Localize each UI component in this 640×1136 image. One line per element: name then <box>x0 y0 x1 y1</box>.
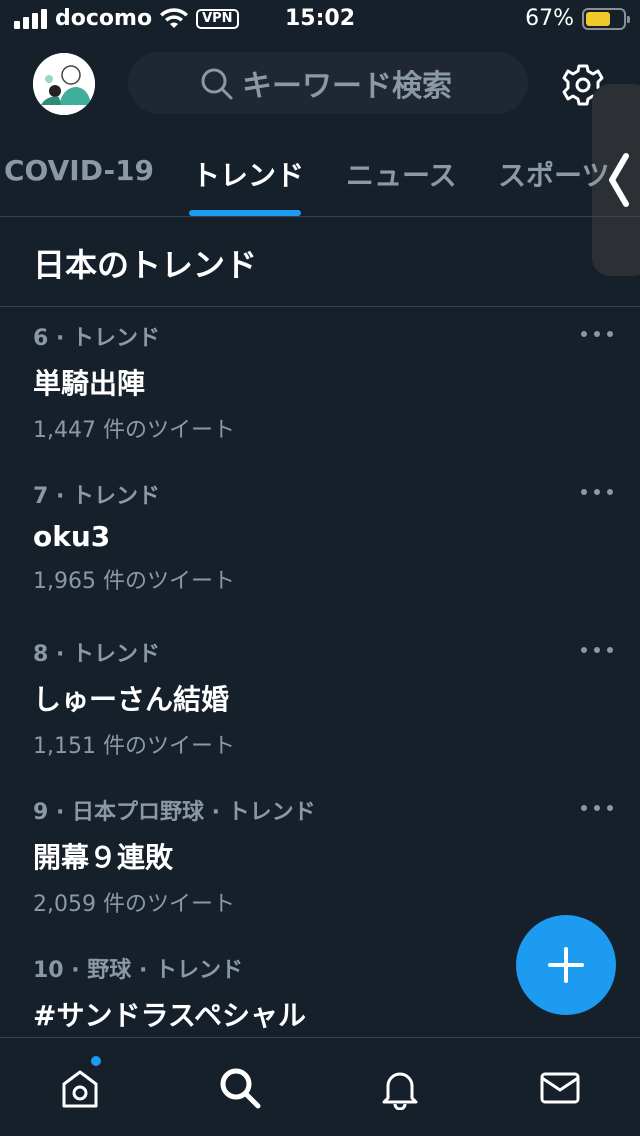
section-divider <box>0 306 640 307</box>
mail-icon[interactable] <box>538 1066 582 1110</box>
bottom-nav <box>0 1037 640 1136</box>
more-icon[interactable] <box>581 803 613 813</box>
trend-name: しゅーさん結婚 <box>33 683 230 716</box>
battery-fill <box>586 11 611 26</box>
battery-icon <box>582 7 630 30</box>
trend-count: 2,059 件のツイート <box>33 892 235 917</box>
trend-meta: 8 · トレンド <box>33 642 160 667</box>
trend-meta: 9 · 日本プロ野球 · トレンド <box>33 800 316 825</box>
battery-percent: 67% <box>525 6 574 31</box>
search-bar[interactable]: キーワード検索 <box>128 52 528 114</box>
avatar-illustration <box>33 53 95 115</box>
trend-item[interactable]: 9 · 日本プロ野球 · トレンド 開幕９連敗 2,059 件のツイート <box>33 794 613 918</box>
bell-icon[interactable] <box>378 1066 422 1110</box>
tab-bar: COVID-19 トレンド ニュース スポーツ <box>0 140 640 216</box>
status-right: 67% <box>525 6 630 31</box>
more-icon[interactable] <box>581 645 613 655</box>
trend-name: #サンドラスペシャル <box>33 999 306 1032</box>
trend-meta: 6 · トレンド <box>33 326 160 351</box>
more-icon[interactable] <box>581 329 613 339</box>
trend-meta: 7 · トレンド <box>33 484 160 509</box>
tab-covid19[interactable]: COVID-19 <box>4 154 154 187</box>
home-icon[interactable] <box>58 1066 102 1110</box>
avatar[interactable] <box>33 53 95 115</box>
trend-name: 単騎出陣 <box>33 367 146 400</box>
trend-item[interactable]: 7 · トレンド oku3 1,965 件のツイート <box>33 478 613 595</box>
trend-item[interactable]: 8 · トレンド しゅーさん結婚 1,151 件のツイート <box>33 636 613 760</box>
search-placeholder: キーワード検索 <box>242 69 452 104</box>
search-icon[interactable] <box>218 1066 262 1110</box>
notification-dot <box>89 1054 103 1068</box>
trend-item[interactable]: 6 · トレンド 単騎出陣 1,447 件のツイート <box>33 320 613 444</box>
search-icon <box>201 68 233 100</box>
section-title: 日本のトレンド <box>33 246 258 284</box>
tabs-divider <box>0 216 640 217</box>
plus-icon <box>548 947 584 983</box>
more-icon[interactable] <box>581 487 613 497</box>
trend-count: 1,151 件のツイート <box>33 734 235 759</box>
trend-name: oku3 <box>33 520 111 553</box>
status-bar: docomo VPN 15:02 67% <box>0 0 640 40</box>
tab-trends[interactable]: トレンド <box>192 154 304 194</box>
trend-name: 開幕９連敗 <box>33 841 174 874</box>
trend-count: 1,447 件のツイート <box>33 418 235 443</box>
tab-news[interactable]: ニュース <box>346 154 457 194</box>
tab-sports[interactable]: スポーツ <box>498 154 609 194</box>
trend-count: 1,965 件のツイート <box>33 569 235 594</box>
compose-button[interactable] <box>516 915 616 1015</box>
